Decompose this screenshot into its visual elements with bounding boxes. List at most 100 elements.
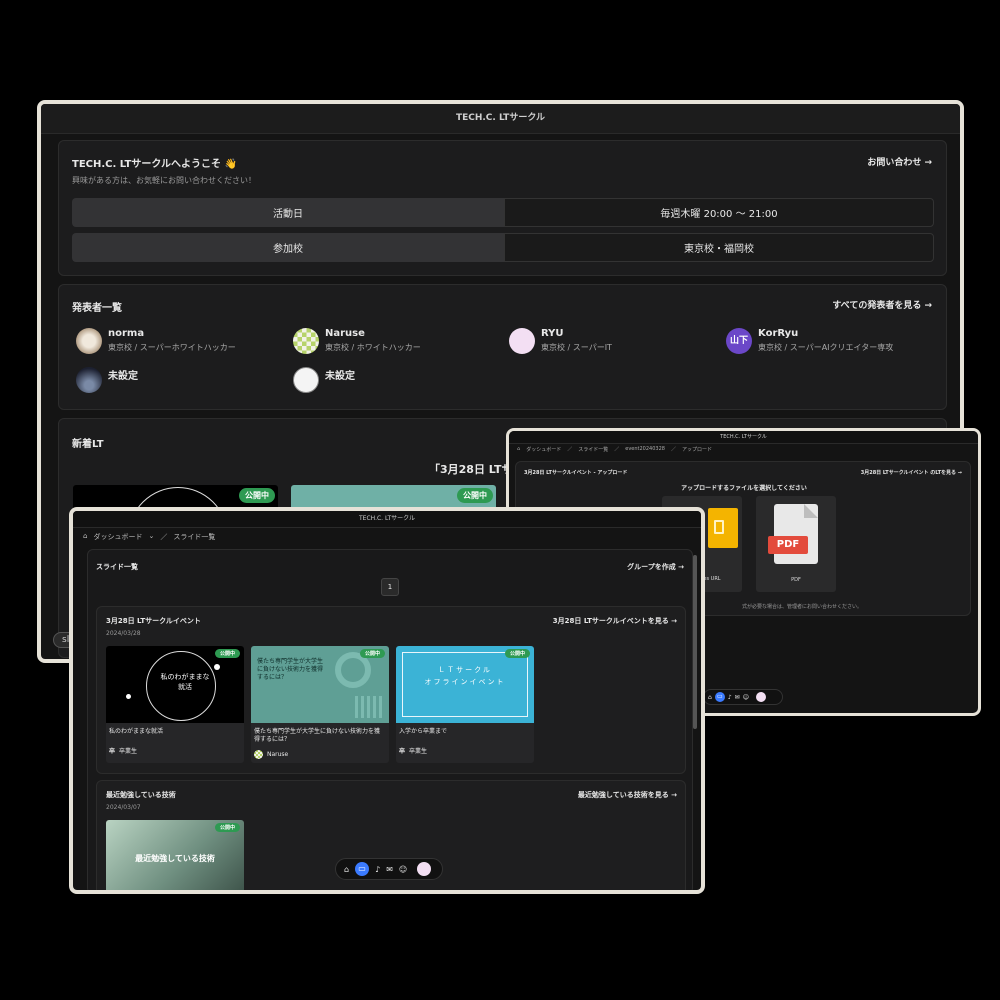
status-badge: 公開中 [359, 649, 385, 658]
avatar[interactable] [755, 692, 766, 702]
upload-note: 式が必要な場合は、管理者にお問い合わせください。 [742, 604, 863, 610]
presenter-item[interactable]: norma 東京校 / スーパーホワイトハッカー [76, 326, 266, 356]
mail-icon[interactable]: ✉ [735, 694, 740, 701]
scrollbar[interactable] [693, 555, 697, 729]
view-lt-link[interactable]: 3月28日 LTサークルイベント のLTを見る → [861, 469, 962, 476]
slides-icon[interactable]: ▭ [355, 862, 370, 876]
home-icon[interactable]: ⌂ [517, 446, 520, 453]
all-presenters-link[interactable]: すべての発表者を見る → [832, 298, 932, 311]
slide-title: 入学から卒業まで [399, 728, 448, 735]
avatar: 山下 [726, 328, 752, 354]
slide-card[interactable]: ＬＴサークル オフラインイベント 公開中 入学から卒業まで 卒 卒業生 [396, 646, 534, 763]
slide-card[interactable]: 最近勉強している技術 公開中 [106, 820, 244, 890]
group-title: 最近勉強している技術 [106, 791, 176, 799]
welcome-title: TECH.C. LTサークルへようこそ 👋 [72, 159, 237, 170]
chevron-down-icon[interactable]: ⌄ [148, 532, 154, 542]
status-badge: 公開中 [504, 649, 530, 658]
slide-title: 僕たち専門学生が大学生に負けない技術力を獲得するには？ [254, 728, 381, 743]
presenter-item[interactable]: 山下 KorRyu 東京校 / スーパーAIクリエイター専攻 [726, 326, 916, 356]
avatar[interactable] [417, 862, 432, 876]
users-icon[interactable]: ☺ [399, 865, 407, 874]
breadcrumb-item[interactable]: ダッシュボード [526, 446, 561, 453]
contact-link[interactable]: お問い合わせ → [867, 155, 932, 168]
slide-author: 卒 卒業生 [399, 746, 427, 755]
home-icon[interactable]: ⌂ [708, 694, 712, 701]
breadcrumb: ⌂ ダッシュボード／ スライド一覧／ event20240328 ／ アップロード [517, 446, 712, 453]
breadcrumb-item[interactable]: event20240328 [625, 446, 665, 453]
presenter-role: 東京校 / スーパーホワイトハッカー [108, 343, 236, 352]
presenter-item[interactable]: RYU 東京校 / スーパーIT [509, 326, 699, 356]
presenter-name: RYU [541, 328, 564, 339]
info-value: 東京校・福岡校 [504, 233, 934, 262]
slides-heading: スライド一覧 [96, 563, 138, 571]
upload-heading: 3月28日 LTサークルイベント - アップロード [524, 470, 628, 476]
breadcrumb-item[interactable]: スライド一覧 [578, 446, 608, 453]
create-group-button[interactable]: グループを作成 → [627, 562, 684, 572]
presenter-item[interactable]: 未設定 [76, 365, 266, 395]
avatar [293, 328, 319, 354]
group-title: 3月28日 LTサークルイベント [106, 617, 201, 625]
info-key: 参加校 [72, 233, 504, 262]
presenters-card: 発表者一覧 すべての発表者を見る → norma 東京校 / スーパーホワイトハ… [58, 284, 947, 410]
slide-card[interactable]: 僕たち専門学生が大学生 に負けない技術力を獲得 するには？ 公開中 僕たち専門学… [251, 646, 389, 763]
slides-window: TECH.C. LTサークル ⌂ ダッシュボード ⌄ ／ スライド一覧 スライド一… [69, 507, 705, 894]
slide-group: 3月28日 LTサークルイベント 2024/03/28 3月28日 LTサークル… [96, 606, 686, 774]
welcome-subtitle: 興味がある方は、お気軽にお問い合わせください！ [72, 176, 256, 185]
mic-icon[interactable]: ♪ [375, 865, 380, 874]
slides-icon[interactable]: ▭ [714, 692, 725, 702]
avatar [76, 328, 102, 354]
slide-title: 私のわがままな就活 [109, 728, 164, 735]
presenter-name: 未設定 [108, 371, 138, 382]
avatar [76, 367, 102, 393]
new-lt-title: 新着LT [72, 439, 104, 450]
window-title: TECH.C. LTサークル [73, 511, 701, 528]
status-badge: 公開中 [457, 488, 493, 503]
presenter-item[interactable]: 未設定 [293, 365, 483, 395]
presenter-role: 東京校 / ホワイトハッカー [325, 343, 421, 352]
window-title: TECH.C. LTサークル [41, 104, 960, 134]
presenter-item[interactable]: Naruse 東京校 / ホワイトハッカー [293, 326, 483, 356]
author-name: Naruse [267, 751, 289, 758]
pdf-option[interactable]: PDF PDF [756, 496, 836, 592]
mic-icon[interactable]: ♪ [728, 694, 732, 701]
window-title: TECH.C. LTサークル [509, 431, 978, 444]
slides-card: スライド一覧 グループを作成 → 1 3月28日 LTサークルイベント 2024… [87, 549, 693, 890]
info-value: 毎週木曜 20:00 〜 21:00 [504, 198, 934, 227]
info-row-activity: 活動日 毎週木曜 20:00 〜 21:00 [72, 198, 934, 227]
users-icon[interactable]: ☺ [743, 694, 749, 701]
breadcrumb-item: スライド一覧 [173, 533, 216, 541]
status-badge: 公開中 [214, 823, 240, 832]
slide-card[interactable]: 私のわがままな 就活 公開中 私のわがままな就活 卒 卒業生 [106, 646, 244, 763]
presenters-title: 発表者一覧 [72, 303, 122, 314]
pdf-badge: PDF [768, 536, 808, 554]
slide-author: 卒 卒業生 [109, 746, 137, 755]
home-icon[interactable]: ⌂ [83, 532, 87, 542]
upload-prompt: アップロードするファイルを選択してください [681, 485, 807, 492]
author-icon: 卒 [399, 748, 406, 755]
avatar [509, 328, 535, 354]
presenter-name: norma [108, 328, 145, 339]
info-key: 活動日 [72, 198, 504, 227]
page-number[interactable]: 1 [381, 578, 399, 596]
group-link[interactable]: 最近勉強している技術を見る → [578, 790, 677, 800]
presenter-role: 東京校 / スーパーAIクリエイター専攻 [758, 343, 894, 352]
presenter-name: 未設定 [325, 371, 355, 382]
home-icon[interactable]: ⌂ [344, 865, 349, 874]
bottom-dock: ⌂ ▭ ♪ ✉ ☺ [703, 689, 783, 705]
author-name: 卒業生 [409, 748, 428, 755]
author-icon: 卒 [109, 748, 116, 755]
author-name: 卒業生 [119, 748, 138, 755]
breadcrumb-item[interactable]: ダッシュボード [93, 532, 142, 542]
mail-icon[interactable]: ✉ [386, 865, 393, 874]
group-link[interactable]: 3月28日 LTサークルイベントを見る → [553, 616, 677, 626]
avatar [254, 750, 263, 759]
avatar [293, 367, 319, 393]
status-badge: 公開中 [214, 649, 240, 658]
status-badge: 公開中 [239, 488, 275, 503]
presenter-role: 東京校 / スーパーIT [541, 343, 612, 352]
presenter-name: KorRyu [758, 328, 799, 339]
option-label: PDF [791, 577, 801, 583]
presenter-name: Naruse [325, 328, 365, 339]
info-row-schools: 参加校 東京校・福岡校 [72, 233, 934, 262]
breadcrumb-item: アップロード [681, 447, 712, 453]
